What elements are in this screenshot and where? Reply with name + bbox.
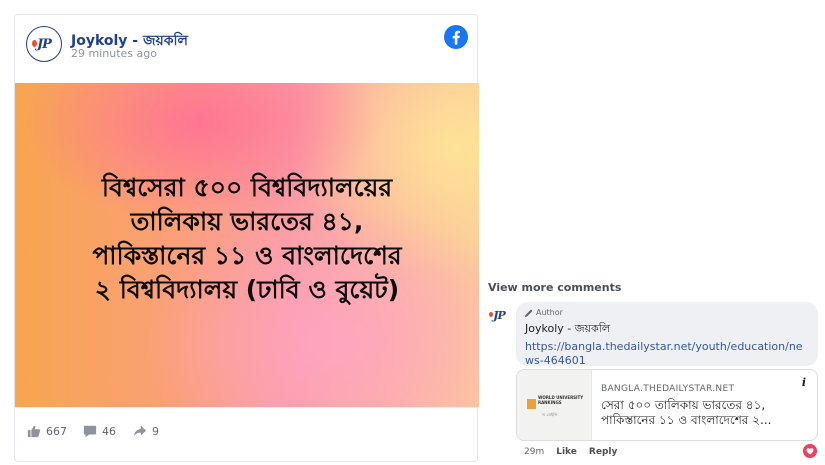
comment-link[interactable]: https://bangla.thedailystar.net/youth/ed… bbox=[525, 340, 809, 368]
share-count[interactable]: 9 bbox=[133, 424, 159, 438]
post-image-text: বিশ্বসেরা ৫০০ বিশ্ববিদ্যালয়ের তালিকায় … bbox=[92, 173, 402, 304]
author-badge-label: Author bbox=[536, 308, 563, 317]
link-preview-title: সেরা ৫০০ তালিকায় ভারতের ৪১, পাকিস্তানের… bbox=[601, 398, 772, 427]
share-icon bbox=[133, 425, 147, 437]
thumb-accent-bar bbox=[527, 399, 536, 409]
love-reaction-icon[interactable] bbox=[803, 444, 817, 458]
post-image[interactable]: বিশ্বসেরা ৫০০ বিশ্ববিদ্যালয়ের তালিকায় … bbox=[15, 83, 479, 407]
page-logo: JP bbox=[32, 36, 52, 52]
post-header: JP Joykoly - জয়কলি 29 minutes ago bbox=[15, 15, 477, 83]
page-avatar[interactable]: JP bbox=[26, 26, 62, 62]
comment-author-name[interactable]: Joykoly - জয়কলি bbox=[525, 320, 809, 339]
pencil-icon bbox=[525, 309, 533, 317]
logo-letters: JP bbox=[37, 36, 52, 52]
facebook-icon[interactable] bbox=[444, 25, 468, 49]
view-more-comments-link[interactable]: View more comments bbox=[488, 281, 621, 294]
post-footer: 667 46 9 bbox=[15, 407, 477, 464]
like-count[interactable]: 667 bbox=[27, 424, 67, 438]
post-card: JP Joykoly - জয়কলি 29 minutes ago বিশ্ব… bbox=[14, 14, 479, 464]
thumb-subtitle: দ্য ডেইলি bbox=[542, 412, 558, 417]
link-preview-card[interactable]: WORLD UNIVERSITY RANKINGS দ্য ডেইলি BANG… bbox=[516, 369, 818, 441]
comment-count-value: 46 bbox=[102, 424, 116, 438]
comment-avatar[interactable]: JP bbox=[487, 307, 511, 323]
thumb-title: WORLD UNIVERSITY RANKINGS bbox=[538, 395, 584, 405]
like-count-value: 667 bbox=[46, 424, 67, 438]
link-preview-thumbnail: WORLD UNIVERSITY RANKINGS দ্য ডেইলি bbox=[517, 370, 592, 440]
thumbs-up-icon bbox=[27, 425, 41, 438]
logo-flame-icon bbox=[32, 39, 38, 47]
comment-reply-button[interactable]: Reply bbox=[589, 447, 617, 457]
comment-bubble: Author Joykoly - জয়কলি https://bangla.t… bbox=[516, 302, 818, 368]
post-timestamp[interactable]: 29 minutes ago bbox=[71, 47, 157, 60]
comment-like-button[interactable]: Like bbox=[556, 447, 577, 457]
comment-actions: 29m Like Reply bbox=[524, 447, 617, 457]
logo-flame-icon bbox=[489, 311, 494, 317]
comment-icon bbox=[83, 425, 97, 438]
info-icon[interactable]: i bbox=[796, 374, 812, 390]
comment-avatar-logo: JP bbox=[489, 308, 506, 322]
link-preview-domain: BANGLA.THEDAILYSTAR.NET bbox=[601, 384, 735, 394]
comment-count[interactable]: 46 bbox=[83, 424, 116, 438]
comment-time[interactable]: 29m bbox=[524, 447, 544, 457]
share-count-value: 9 bbox=[152, 424, 159, 438]
comment-logo-letters: JP bbox=[493, 308, 506, 322]
author-badge: Author bbox=[525, 307, 809, 318]
